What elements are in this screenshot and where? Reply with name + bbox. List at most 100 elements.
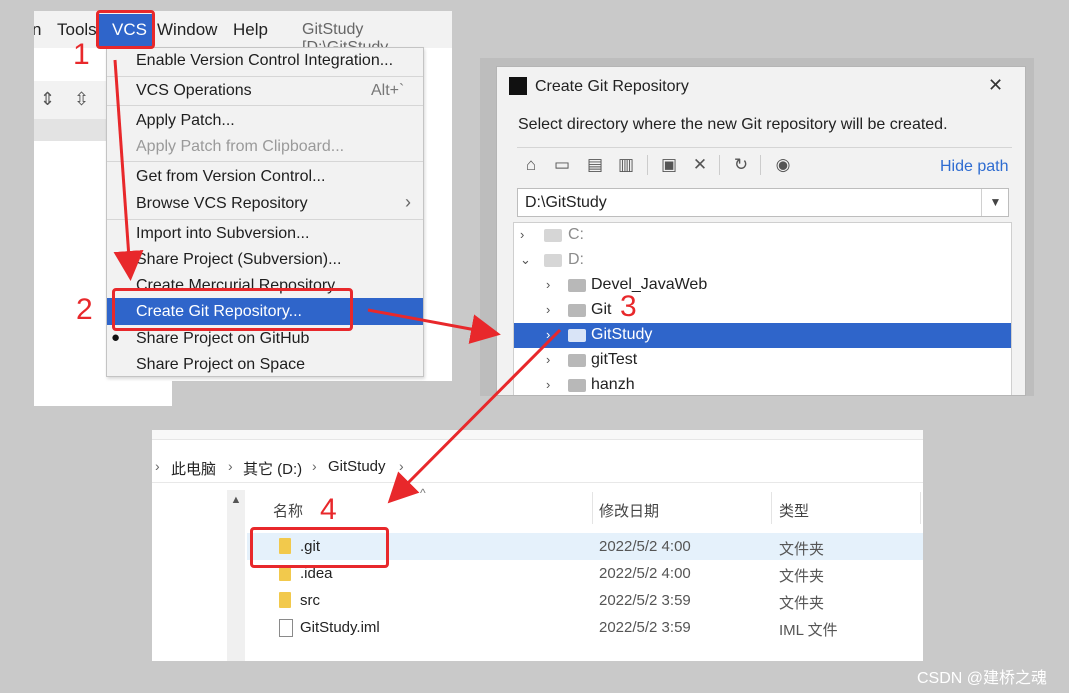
menu-apply-patch-clipboard: Apply Patch from Clipboard...: [136, 138, 345, 155]
drive-icon: [544, 254, 562, 267]
ide-panel-header: [34, 119, 106, 141]
tree-item[interactable]: › C:: [514, 223, 1011, 248]
divider: [152, 482, 923, 483]
menu-truncated[interactable]: n: [34, 20, 41, 40]
drive-icon: [544, 229, 562, 242]
menu-vcs-operations[interactable]: VCS Operations: [136, 82, 252, 100]
close-icon[interactable]: ✕: [988, 75, 1003, 96]
create-git-repository-dialog: Create Git Repository ✕ Select directory…: [496, 66, 1026, 396]
chevron-down-icon[interactable]: ⌄: [520, 252, 531, 268]
file-row[interactable]: src 2022/5/2 3:59 文件夹: [247, 587, 923, 614]
refresh-icon[interactable]: ↻: [729, 153, 753, 177]
scroll-up-icon[interactable]: ▲: [227, 494, 245, 506]
annotation-box-vcs: [96, 10, 155, 49]
column-separator[interactable]: [592, 492, 593, 524]
directory-tree: › C: ⌄ D: › Devel_JavaWeb › Git › GitStu…: [513, 222, 1012, 395]
menu-share-subversion[interactable]: Share Project (Subversion)...: [136, 251, 341, 269]
menu-separator: [107, 219, 423, 220]
chevron-right-icon[interactable]: ›: [546, 352, 550, 367]
tree-item[interactable]: › Devel_JavaWeb: [514, 273, 1011, 298]
folder-icon: [568, 279, 586, 292]
chevron-right-icon[interactable]: ›: [546, 377, 550, 392]
menu-help[interactable]: Help: [233, 20, 268, 40]
menu-browse-vcs[interactable]: Browse VCS Repository: [136, 195, 308, 213]
folder-icon: [568, 329, 586, 342]
menu-tools[interactable]: Tools: [57, 20, 97, 40]
nav-scrollbar[interactable]: ▲: [227, 490, 245, 661]
column-header-name[interactable]: 名称: [273, 500, 303, 521]
step-number: 3: [620, 290, 637, 323]
toolbar-separator: [760, 155, 761, 175]
annotation-box-create-git: [112, 288, 353, 331]
menu-separator: [107, 161, 423, 162]
dialog-title: Create Git Repository: [535, 78, 689, 95]
desktop-icon[interactable]: ▭: [550, 153, 574, 177]
chevron-right-icon[interactable]: ›: [312, 458, 317, 474]
menu-share-github[interactable]: Share Project on GitHub: [136, 330, 309, 348]
column-separator[interactable]: [771, 492, 772, 524]
column-separator[interactable]: [920, 492, 921, 524]
new-folder-icon[interactable]: ▣: [657, 153, 681, 177]
menu-window[interactable]: Window: [157, 20, 217, 40]
path-input[interactable]: D:\GitStudy: [525, 194, 607, 212]
chevron-right-icon[interactable]: ›: [546, 277, 550, 292]
tree-item[interactable]: › Git: [514, 298, 1011, 323]
chevron-right-icon[interactable]: ›: [546, 327, 550, 342]
hide-path-link[interactable]: Hide path: [940, 158, 1009, 176]
breadcrumb[interactable]: › 此电脑 › 其它 (D:) › GitStudy ›: [152, 452, 923, 482]
tree-item[interactable]: › gitTest: [514, 348, 1011, 373]
chevron-right-icon[interactable]: ›: [228, 458, 233, 474]
file-name: GitStudy.iml: [300, 619, 380, 636]
shortcut-label: Alt+`: [371, 82, 405, 99]
menu-get-from-vcs[interactable]: Get from Version Control...: [136, 168, 325, 186]
tree-item-selected[interactable]: › GitStudy: [514, 323, 1011, 348]
tree-item-label: Git: [591, 301, 612, 318]
chevron-right-icon[interactable]: ›: [399, 458, 404, 474]
folder-icon: [568, 379, 586, 392]
file-type: 文件夹: [779, 541, 825, 558]
show-hidden-icon[interactable]: ◉: [771, 153, 795, 177]
project-folder-icon[interactable]: ▤: [583, 153, 607, 177]
ide-background: [172, 381, 452, 406]
breadcrumb-item[interactable]: GitStudy: [328, 458, 386, 475]
explorer-ribbon: [152, 430, 923, 440]
step-number: 4: [320, 493, 337, 526]
annotation-box-git-folder: [250, 527, 389, 568]
ide-toolbar: ⇕ ⇳: [34, 81, 106, 119]
file-chooser-toolbar: ⌂ ▭ ▤ ▥ ▣ ✕ ↻ ◉: [517, 153, 1012, 181]
step-number: 2: [76, 293, 93, 326]
tree-item-label: gitTest: [591, 351, 638, 368]
folder-icon: [568, 354, 586, 367]
expand-all-icon[interactable]: ⇕: [40, 89, 55, 110]
chevron-right-icon[interactable]: ›: [546, 302, 550, 317]
breadcrumb-item[interactable]: 其它 (D:): [243, 458, 302, 479]
file-row[interactable]: GitStudy.iml 2022/5/2 3:59 IML 文件: [247, 614, 923, 641]
breadcrumb-item[interactable]: 此电脑: [171, 458, 216, 479]
path-combobox[interactable]: D:\GitStudy ▼: [517, 188, 1009, 217]
tree-item[interactable]: › hanzh: [514, 373, 1011, 395]
menu-share-space[interactable]: Share Project on Space: [136, 356, 305, 374]
module-folder-icon[interactable]: ▥: [614, 153, 638, 177]
file-date: 2022/5/2 4:00: [599, 565, 691, 582]
tree-item[interactable]: ⌄ D:: [514, 248, 1011, 273]
menu-enable-vcs[interactable]: Enable Version Control Integration...: [136, 52, 393, 70]
home-icon[interactable]: ⌂: [519, 153, 543, 177]
menu-import-subversion[interactable]: Import into Subversion...: [136, 225, 309, 243]
chevron-down-icon[interactable]: ▼: [981, 189, 1009, 216]
file-name: src: [300, 592, 320, 609]
chevron-right-icon[interactable]: ›: [520, 227, 524, 242]
file-date: 2022/5/2 3:59: [599, 619, 691, 636]
file-date: 2022/5/2 3:59: [599, 592, 691, 609]
tree-item-label: hanzh: [591, 376, 635, 393]
delete-icon[interactable]: ✕: [688, 153, 712, 177]
dialog-description: Select directory where the new Git repos…: [518, 116, 948, 133]
collapse-all-icon[interactable]: ⇳: [74, 89, 89, 110]
menu-separator: [107, 105, 423, 106]
menu-apply-patch[interactable]: Apply Patch...: [136, 112, 235, 130]
column-header-type[interactable]: 类型: [779, 500, 809, 521]
file-type: 文件夹: [779, 595, 825, 612]
column-header-date[interactable]: 修改日期: [599, 500, 659, 521]
chevron-right-icon: ›: [155, 458, 160, 474]
github-icon: ●: [111, 329, 121, 346]
toolbar-separator: [719, 155, 720, 175]
